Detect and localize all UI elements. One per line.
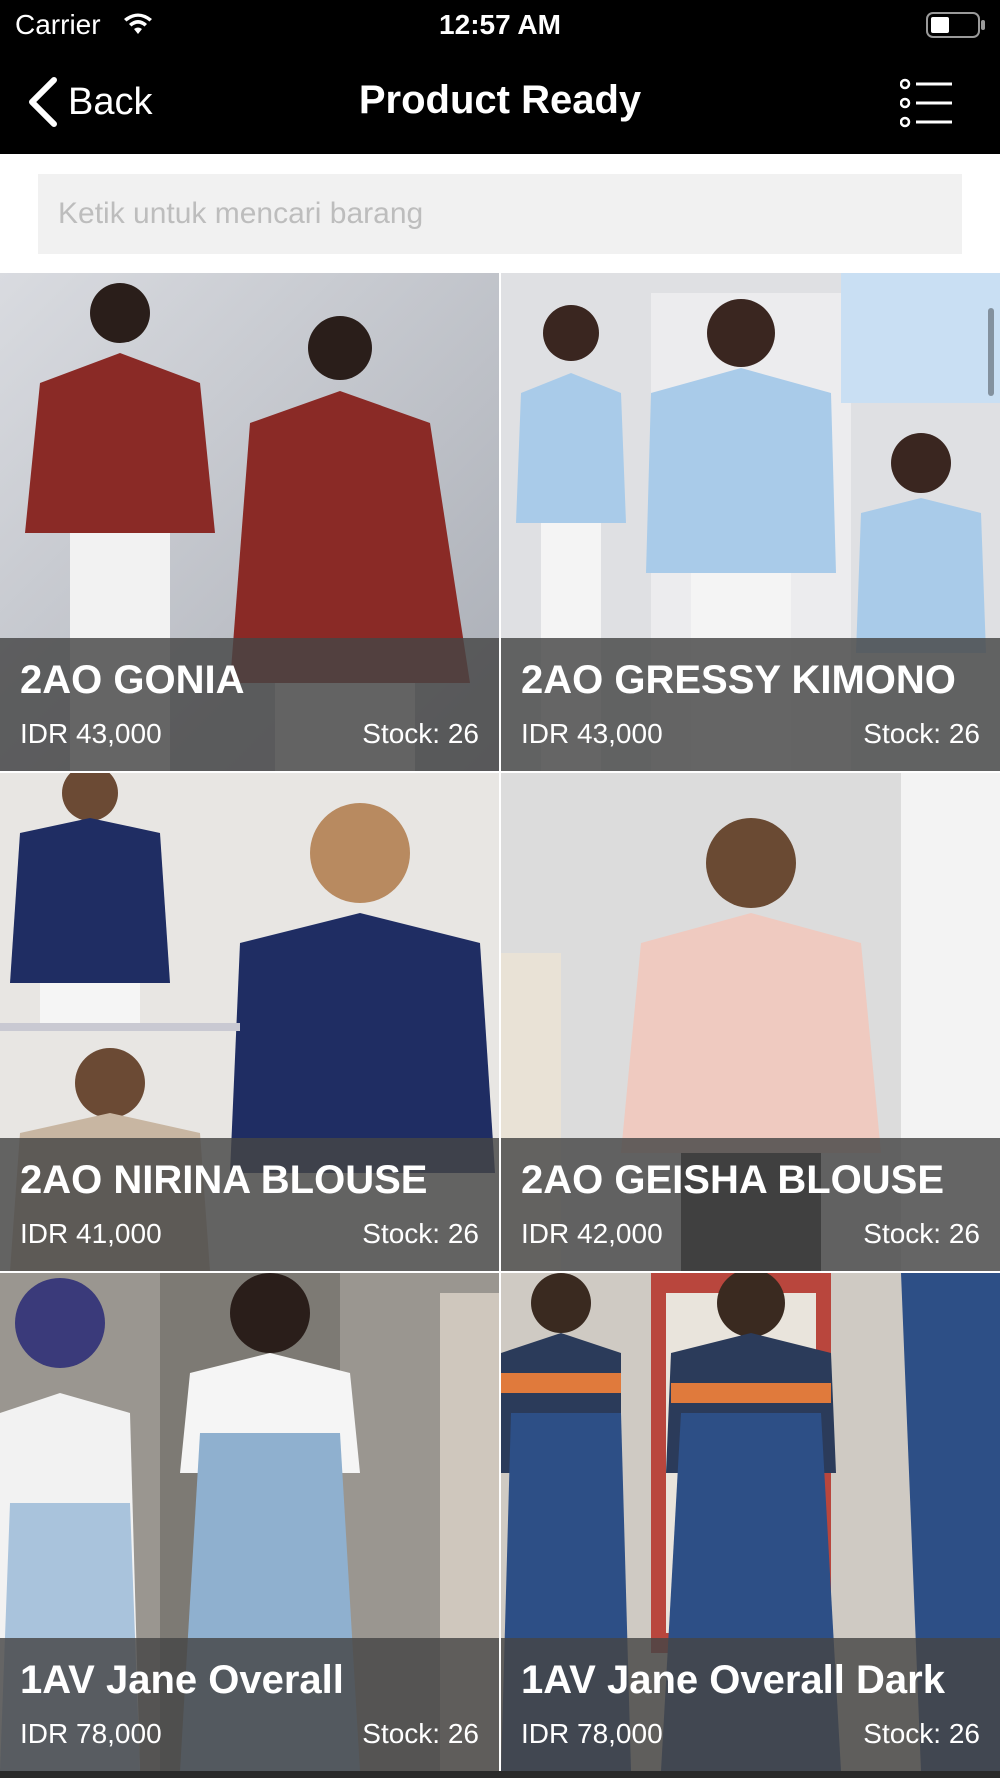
product-price: IDR 43,000 xyxy=(20,718,162,749)
search-bar xyxy=(0,154,1000,273)
product-card-2ao-geisha-blouse[interactable]: 2AO GEISHA BLOUSE IDR 42,000 Stock: 26 xyxy=(501,773,1000,1271)
product-stock: Stock: 26 xyxy=(863,718,980,749)
product-name: 2AO GONIA xyxy=(20,658,245,702)
product-name: 2AO GRESSY KIMONO xyxy=(521,658,956,702)
battery-icon xyxy=(926,12,985,38)
product-name: 2AO NIRINA BLOUSE xyxy=(20,1158,428,1202)
product-price: IDR 42,000 xyxy=(521,1218,663,1249)
list-menu-icon[interactable] xyxy=(900,78,954,128)
product-info-overlay: 2AO GONIA IDR 43,000 Stock: 26 xyxy=(0,638,499,771)
product-name: 1AV Jane Overall Dark xyxy=(521,1658,945,1702)
product-info-overlay: 2AO GRESSY KIMONO IDR 43,000 Stock: 26 xyxy=(501,638,1000,771)
product-card-2ao-gressy-kimono[interactable]: 2AO GRESSY KIMONO IDR 43,000 Stock: 26 xyxy=(501,273,1000,771)
product-price: IDR 78,000 xyxy=(20,1718,162,1749)
page-title: Product Ready xyxy=(358,78,642,122)
product-card-1av-jane-overall-dark[interactable]: 1AV Jane Overall Dark IDR 78,000 Stock: … xyxy=(501,1273,1000,1771)
product-price: IDR 78,000 xyxy=(521,1718,663,1749)
product-info-overlay: 1AV Jane Overall Dark IDR 78,000 Stock: … xyxy=(501,1638,1000,1771)
status-bar: Carrier 12:57 AM xyxy=(0,0,1000,52)
product-info-overlay: 2AO NIRINA BLOUSE IDR 41,000 Stock: 26 xyxy=(0,1138,499,1271)
search-input[interactable] xyxy=(38,174,962,254)
product-name: 2AO GEISHA BLOUSE xyxy=(521,1158,945,1202)
product-stock: Stock: 26 xyxy=(362,1718,479,1749)
product-card-1av-jane-overall[interactable]: 1AV Jane Overall IDR 78,000 Stock: 26 xyxy=(0,1273,499,1771)
product-stock: Stock: 26 xyxy=(362,1218,479,1249)
product-stock: Stock: 26 xyxy=(863,1718,980,1749)
scrollbar-thumb[interactable] xyxy=(988,308,994,396)
product-info-overlay: 1AV Jane Overall IDR 78,000 Stock: 26 xyxy=(0,1638,499,1771)
clock-time: 12:57 AM xyxy=(439,9,561,40)
product-card-2ao-gonia[interactable]: 2AO GONIA IDR 43,000 Stock: 26 xyxy=(0,273,499,771)
product-info-overlay: 2AO GEISHA BLOUSE IDR 42,000 Stock: 26 xyxy=(501,1138,1000,1271)
product-stock: Stock: 26 xyxy=(863,1218,980,1249)
next-row-peek xyxy=(0,1771,1000,1778)
navigation-bar: Back Product Ready xyxy=(0,52,1000,154)
product-name: 1AV Jane Overall xyxy=(20,1658,344,1702)
product-price: IDR 43,000 xyxy=(521,718,663,749)
product-stock: Stock: 26 xyxy=(362,718,479,749)
product-card-2ao-nirina-blouse[interactable]: 2AO NIRINA BLOUSE IDR 41,000 Stock: 26 xyxy=(0,773,499,1271)
product-price: IDR 41,000 xyxy=(20,1218,162,1249)
